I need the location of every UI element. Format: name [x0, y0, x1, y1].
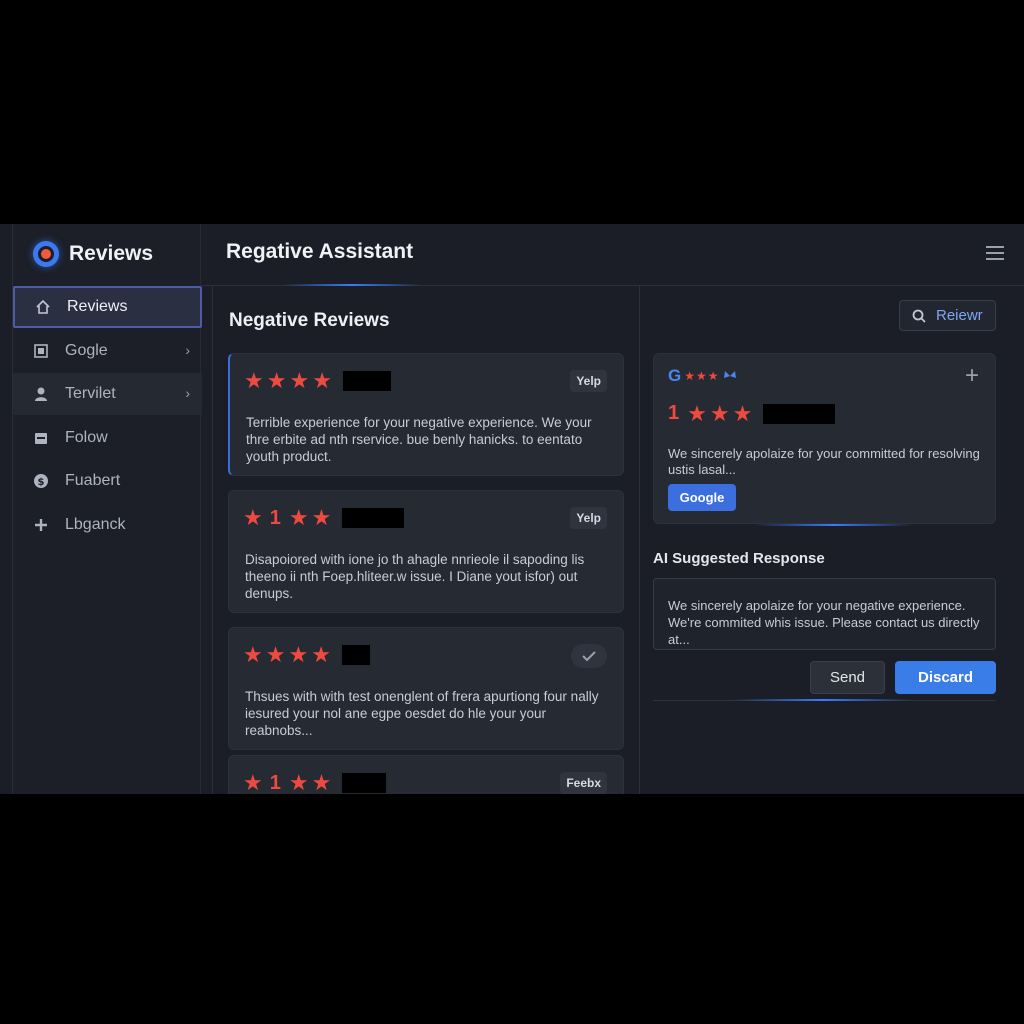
sidebar-item-reviews[interactable]: Reviews [13, 286, 202, 328]
search-icon [912, 309, 926, 323]
rating-number: 1 [269, 771, 281, 794]
star-rating: ★ 1 ★ ★ [243, 505, 405, 530]
star-icon: ★ [289, 368, 310, 393]
star-icon: ★ [288, 505, 309, 530]
source-badge: Yelp [570, 370, 607, 392]
header: Regative Assistant [202, 224, 1024, 286]
star-icon: ★ [243, 770, 263, 794]
star-rating: 1 ★ ★ ★ [668, 400, 836, 426]
section-title: Negative Reviews [229, 310, 390, 331]
sidebar-item-google[interactable]: Gogle › [13, 330, 202, 372]
review-card[interactable]: ★ 1 ★ ★ Feebx [228, 755, 624, 794]
user-icon [33, 386, 49, 402]
star-icon: ★ [687, 400, 707, 426]
search-button[interactable]: Reiewr [899, 300, 996, 331]
sidebar-item-lbganck[interactable]: Lbganck [13, 504, 202, 546]
calendar-icon [33, 430, 49, 446]
column-divider [639, 286, 640, 794]
brand-title: Reviews [69, 242, 154, 265]
ai-response-text: We sincerely apolaize for your negative … [668, 598, 980, 647]
sidebar-item-label: Tervilet [65, 385, 116, 402]
star-icon: ★ [684, 369, 695, 383]
review-card[interactable]: ★ ★ ★ ★ Thsues with with test onenglent … [228, 627, 624, 750]
star-rating: ★ ★ ★ ★ [243, 644, 370, 666]
svg-text:$: $ [38, 477, 45, 488]
review-text: Thsues with with test onenglent of frera… [245, 689, 599, 738]
star-icon: ★ [696, 369, 707, 383]
sidebar-item-label: Fuabert [65, 472, 121, 489]
google-review-card[interactable]: G ★ ★ ★ + 1 ★ ★ ★ We sincerely apolaize … [653, 353, 996, 526]
square-icon [33, 343, 49, 359]
star-icon: ★ [311, 770, 332, 794]
star-rating: ★ 1 ★ ★ [243, 770, 387, 794]
home-icon [35, 299, 51, 315]
sidebar: Reviews Reviews Gogle › Tervilet › Folow… [12, 224, 202, 794]
brand: Reviews [33, 240, 153, 268]
sidebar-nav: Reviews Gogle › Tervilet › Folow $ Fuabe… [13, 286, 202, 547]
star-icon: ★ [709, 400, 730, 426]
chevron-right-icon: › [185, 341, 190, 358]
star-icon: ★ [732, 400, 753, 426]
source-badge: Yelp [570, 507, 607, 529]
dollar-icon: $ [33, 473, 49, 489]
star-icon: ★ [288, 770, 309, 794]
sidebar-item-fuabert[interactable]: $ Fuabert [13, 460, 202, 502]
review-card[interactable]: ★ ★ ★ ★ Yelp Terrible experience for you… [228, 353, 624, 476]
page-title: Regative Assistant [226, 240, 414, 263]
divider-glow [733, 699, 913, 701]
sidebar-item-tervilet[interactable]: Tervilet › [13, 373, 202, 415]
star-icon: ★ [265, 642, 286, 667]
rating-number: 1 [269, 506, 281, 529]
main-content: Negative Reviews ★ ★ ★ ★ Yelp Terrible e… [212, 286, 1024, 794]
redacted-name [342, 773, 387, 793]
redacted-name [342, 508, 405, 528]
hamburger-icon[interactable] [986, 246, 1004, 262]
app-logo-icon [33, 241, 59, 267]
plus-icon [33, 517, 49, 533]
search-button-label: Reiewr [936, 307, 983, 324]
send-button[interactable]: Send [810, 661, 885, 694]
rating-number: 1 [668, 402, 680, 424]
redacted-name [342, 371, 391, 391]
redacted-name [763, 403, 836, 424]
star-icon: ★ [311, 505, 332, 530]
app-window: Reviews Reviews Gogle › Tervilet › Folow… [0, 224, 1024, 794]
review-card[interactable]: ★ 1 ★ ★ Yelp Disapoiored with ione jo th… [228, 490, 624, 613]
discard-button[interactable]: Discard [895, 661, 996, 694]
star-icon: ★ [243, 642, 263, 667]
check-icon[interactable] [571, 644, 607, 668]
sidebar-item-folow[interactable]: Folow [13, 417, 202, 459]
star-icon: ★ [243, 505, 263, 530]
star-rating: ★ ★ ★ ★ [244, 370, 391, 392]
butterfly-icon [723, 371, 736, 378]
star-icon: ★ [312, 368, 332, 393]
google-logo-icon: G [668, 366, 682, 385]
google-card-header: G ★ ★ ★ [668, 366, 737, 386]
add-icon[interactable]: + [965, 362, 979, 390]
star-icon: ★ [288, 642, 309, 667]
chevron-right-icon: › [185, 385, 190, 401]
redacted-name [341, 645, 370, 665]
review-text: Disapoiored with ione jo th ahagle nnrie… [245, 552, 585, 601]
card-glow [754, 524, 914, 526]
review-text: We sincerely apolaize for your committed… [668, 446, 980, 477]
star-icon: ★ [707, 369, 719, 383]
ai-response-title: AI Suggested Response [653, 550, 825, 567]
source-badge: Feebx [560, 772, 607, 794]
sidebar-item-label: Reviews [67, 298, 128, 315]
sidebar-item-label: Folow [65, 428, 108, 446]
google-button[interactable]: Google [668, 484, 736, 511]
ai-response-box[interactable]: We sincerely apolaize for your negative … [653, 578, 996, 650]
sidebar-item-label: Lbganck [65, 515, 126, 533]
sidebar-item-label: Gogle [65, 341, 108, 359]
star-icon: ★ [311, 642, 331, 667]
review-text: Terrible experience for your negative ex… [246, 415, 592, 464]
star-icon: ★ [244, 368, 264, 393]
star-icon: ★ [266, 368, 287, 393]
